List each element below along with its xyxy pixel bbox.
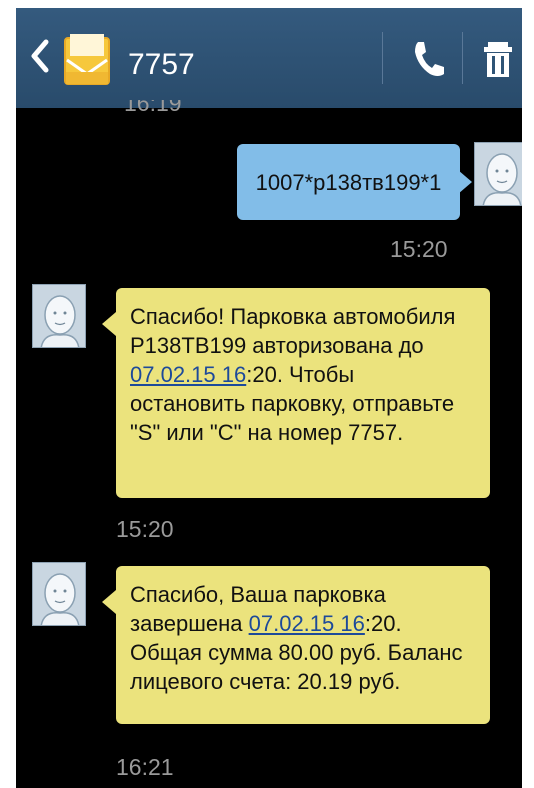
- user-silhouette-icon: [33, 285, 85, 347]
- trash-icon[interactable]: [478, 36, 518, 80]
- header-divider: [382, 32, 383, 84]
- message-text: Спасибо! Парковка автомобиля Р138ТВ199 а…: [130, 304, 456, 358]
- date-link[interactable]: 07.02.15 16: [249, 611, 365, 636]
- phone-icon[interactable]: [408, 36, 448, 80]
- avatar[interactable]: [32, 562, 86, 626]
- envelope-icon[interactable]: [64, 32, 110, 88]
- chevron-left-icon[interactable]: [28, 34, 52, 78]
- message-timestamp: 15:20: [116, 516, 174, 542]
- message-timestamp: 15:20: [390, 236, 448, 262]
- user-silhouette-icon: [33, 563, 85, 625]
- conversation-header: 7757: [16, 8, 522, 108]
- bubble-tail: [102, 590, 116, 614]
- screen: 7757 16:19 1007*р138тв199*1 15:20 Спасиб…: [16, 8, 522, 788]
- message-text: 1007*р138тв199*1: [255, 169, 442, 195]
- message-timestamp: 16:19: [124, 100, 182, 114]
- outgoing-message-bubble[interactable]: 1007*р138тв199*1: [237, 144, 460, 220]
- date-link[interactable]: 07.02.15 16: [130, 362, 246, 387]
- incoming-message-bubble[interactable]: Спасибо, Ваша парковка завершена 07.02.1…: [116, 566, 490, 724]
- avatar[interactable]: [32, 284, 86, 348]
- bubble-tail: [458, 170, 472, 194]
- incoming-message-bubble[interactable]: Спасибо! Парковка автомобиля Р138ТВ199 а…: [116, 288, 490, 498]
- avatar[interactable]: [474, 142, 522, 206]
- header-divider: [462, 32, 463, 84]
- conversation-title: 7757: [128, 48, 195, 81]
- user-silhouette-icon: [475, 143, 522, 205]
- message-timestamp: 16:21: [116, 754, 174, 780]
- bubble-tail: [102, 312, 116, 336]
